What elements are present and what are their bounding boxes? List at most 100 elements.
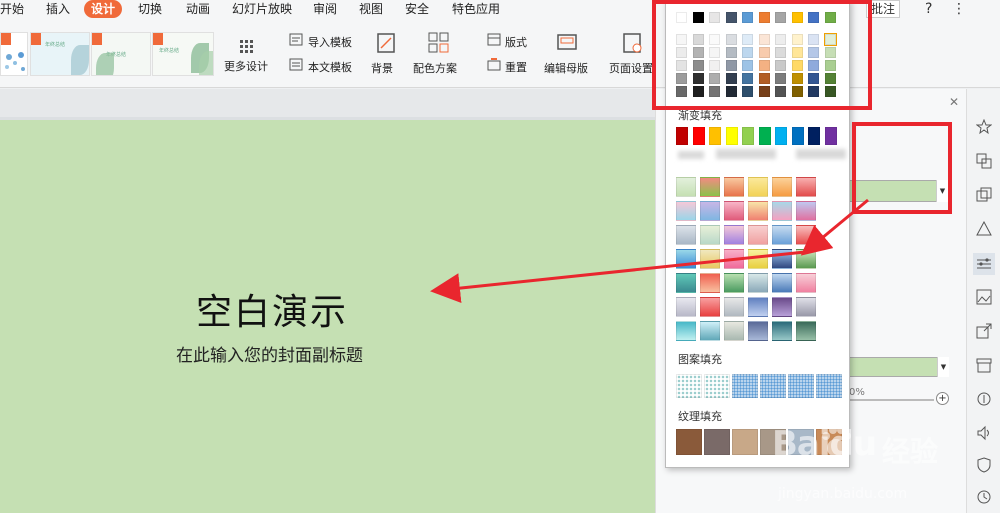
standard-color-swatch[interactable] <box>725 127 738 145</box>
fill-color-box-2[interactable] <box>849 357 949 377</box>
gradient-preset-swatch[interactable] <box>724 177 744 197</box>
texture-preset-swatch[interactable] <box>732 429 758 455</box>
gradient-preset-swatch[interactable] <box>748 225 768 245</box>
text-template-button[interactable]: 本文模板 <box>308 59 352 75</box>
reset-button[interactable]: 重置 <box>505 59 527 75</box>
gradient-preset-swatch[interactable] <box>700 321 720 341</box>
gradient-preset-swatch[interactable] <box>676 177 696 197</box>
gradient-preset-swatch[interactable] <box>676 201 696 221</box>
standard-color-swatch[interactable] <box>676 127 688 145</box>
plus-icon[interactable]: + <box>936 392 949 405</box>
edit-master-button[interactable]: 编辑母版 <box>544 60 588 76</box>
background-button[interactable]: 背景 <box>371 60 393 76</box>
standard-color-swatch[interactable] <box>758 127 771 145</box>
layers-icon[interactable] <box>976 187 992 203</box>
properties-icon[interactable] <box>973 253 995 275</box>
template-thumb-2[interactable]: 年终总结 <box>30 32 90 76</box>
pattern-preset-swatch[interactable] <box>760 374 786 398</box>
slide-title[interactable]: 空白演示 <box>196 283 348 335</box>
pattern-preset-swatch[interactable] <box>676 374 702 398</box>
shapes-icon[interactable] <box>976 153 992 169</box>
gradient-preset-swatch[interactable] <box>748 297 768 317</box>
gradient-preset-swatch[interactable] <box>748 177 768 197</box>
gradient-preset-swatch[interactable] <box>748 273 768 293</box>
more-designs-button[interactable]: 更多设计 <box>216 24 278 84</box>
standard-color-swatch[interactable] <box>824 127 837 145</box>
share-icon[interactable] <box>976 323 992 339</box>
pattern-preset-swatch[interactable] <box>788 374 814 398</box>
fill-color-dropdown-2[interactable]: ▼ <box>937 357 949 377</box>
menu-home[interactable]: 开始 <box>0 0 24 18</box>
archive-icon[interactable] <box>976 357 992 373</box>
gradient-preset-swatch[interactable] <box>676 297 696 317</box>
gradient-preset-swatch[interactable] <box>796 201 816 221</box>
gradient-preset-swatch[interactable] <box>676 225 696 245</box>
gradient-preset-swatch[interactable] <box>772 321 792 341</box>
gradient-preset-swatch[interactable] <box>700 273 720 293</box>
menu-insert[interactable]: 插入 <box>46 0 70 18</box>
gradient-preset-swatch[interactable] <box>796 249 816 269</box>
gradient-preset-swatch[interactable] <box>796 273 816 293</box>
gradient-preset-swatch[interactable] <box>700 249 720 269</box>
layout-button[interactable]: 版式 <box>505 34 527 50</box>
gradient-preset-swatch[interactable] <box>796 321 816 341</box>
gradient-preset-swatch[interactable] <box>772 273 792 293</box>
template-thumb-4[interactable]: 年终总结 <box>152 32 214 76</box>
gradient-preset-swatch[interactable] <box>700 201 720 221</box>
transparency-slider[interactable] <box>849 399 934 401</box>
standard-color-swatch[interactable] <box>709 127 721 145</box>
close-pane-icon[interactable]: ✕ <box>949 95 959 109</box>
gradient-preset-swatch[interactable] <box>724 273 744 293</box>
gradient-preset-swatch[interactable] <box>700 177 720 197</box>
slide-subtitle[interactable]: 在此输入您的封面副标题 <box>176 341 363 366</box>
menu-review[interactable]: 审阅 <box>313 0 337 18</box>
more-icon[interactable]: ⋮ <box>952 0 966 18</box>
star-icon[interactable] <box>976 119 992 135</box>
gradient-preset-swatch[interactable] <box>724 201 744 221</box>
gradient-preset-swatch[interactable] <box>748 249 768 269</box>
texture-preset-swatch[interactable] <box>676 429 702 455</box>
standard-color-swatch[interactable] <box>692 127 705 145</box>
gradient-preset-swatch[interactable] <box>700 225 720 245</box>
menu-features[interactable]: 特色应用 <box>452 0 500 18</box>
gradient-preset-swatch[interactable] <box>772 201 792 221</box>
gradient-preset-swatch[interactable] <box>748 321 768 341</box>
gradient-preset-swatch[interactable] <box>724 297 744 317</box>
menu-animation[interactable]: 动画 <box>186 0 210 18</box>
menu-view[interactable]: 视图 <box>359 0 383 18</box>
gradient-preset-swatch[interactable] <box>724 225 744 245</box>
image-icon[interactable] <box>976 289 992 305</box>
menu-slideshow[interactable]: 幻灯片放映 <box>232 0 292 18</box>
page-setup-button[interactable]: 页面设置 <box>609 60 653 76</box>
import-template-button[interactable]: 导入模板 <box>308 34 352 50</box>
standard-color-swatch[interactable] <box>791 127 804 145</box>
template-thumb-1[interactable] <box>0 32 28 76</box>
gradient-preset-swatch[interactable] <box>724 321 744 341</box>
gradient-preset-swatch[interactable] <box>796 297 816 317</box>
tools-icon[interactable] <box>976 391 992 407</box>
gradient-preset-swatch[interactable] <box>724 249 744 269</box>
gradient-preset-swatch[interactable] <box>772 249 792 269</box>
menu-security[interactable]: 安全 <box>405 0 429 18</box>
color-scheme-button[interactable]: 配色方案 <box>413 60 457 76</box>
standard-color-swatch[interactable] <box>775 127 787 145</box>
pattern-preset-swatch[interactable] <box>816 374 842 398</box>
gradient-preset-swatch[interactable] <box>772 225 792 245</box>
gradient-preset-swatch[interactable] <box>676 249 696 269</box>
template-thumb-3[interactable]: 年终总结 <box>91 32 151 76</box>
gradient-preset-swatch[interactable] <box>676 321 696 341</box>
gradient-preset-swatch[interactable] <box>796 225 816 245</box>
gradient-preset-swatch[interactable] <box>772 297 792 317</box>
gradient-preset-swatch[interactable] <box>748 201 768 221</box>
pattern-preset-swatch[interactable] <box>704 374 730 398</box>
menu-design[interactable]: 设计 <box>84 0 123 18</box>
triangle-icon[interactable] <box>976 221 992 237</box>
standard-color-swatch[interactable] <box>808 127 820 145</box>
gradient-preset-swatch[interactable] <box>676 273 696 293</box>
menu-transition[interactable]: 切换 <box>138 0 162 18</box>
pattern-preset-swatch[interactable] <box>732 374 758 398</box>
gradient-preset-swatch[interactable] <box>772 177 792 197</box>
gradient-preset-swatch[interactable] <box>796 177 816 197</box>
texture-preset-swatch[interactable] <box>704 429 730 455</box>
help-icon[interactable]: ? <box>925 0 932 18</box>
